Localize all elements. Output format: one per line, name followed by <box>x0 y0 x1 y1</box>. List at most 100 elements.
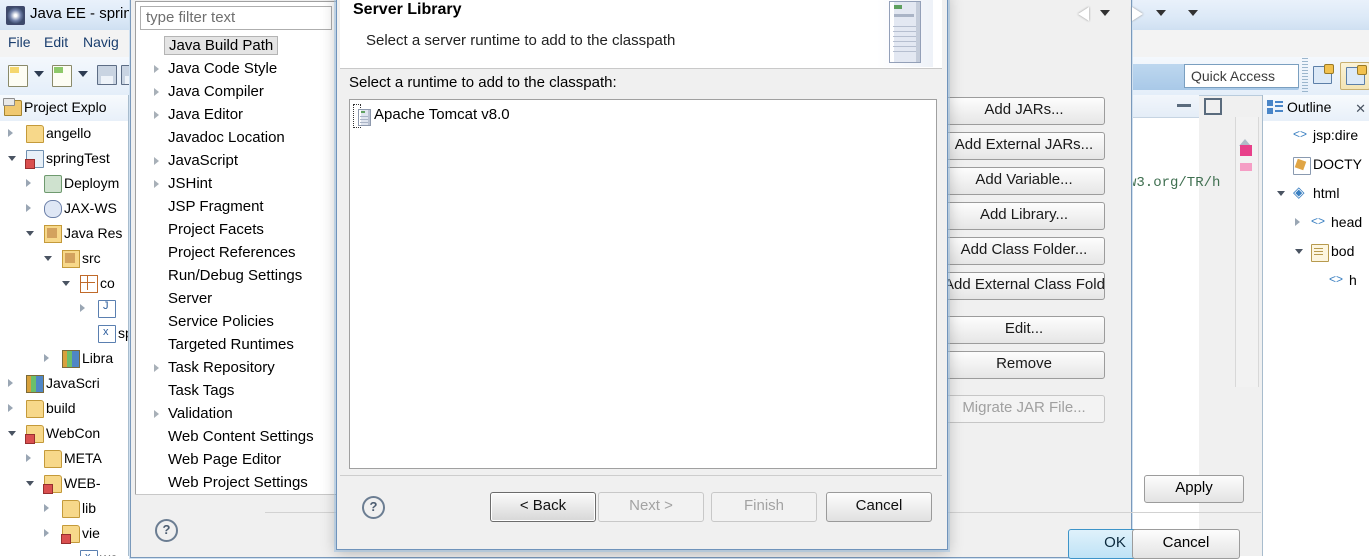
project-tree[interactable]: angello springTest Deploym JAX-WS Java Res sr… <box>0 121 128 556</box>
list-item[interactable]: Apache Tomcat v8.0 <box>353 104 510 128</box>
tree-item[interactable]: JAX-WS <box>0 196 128 221</box>
error-marker[interactable] <box>1240 145 1252 156</box>
warning-marker[interactable] <box>1240 163 1252 171</box>
tree-item[interactable]: lib <box>0 496 128 521</box>
tree-item[interactable]: JavaScri <box>0 371 128 396</box>
new-java-project-button[interactable] <box>52 65 74 87</box>
tree-item[interactable]: src <box>0 246 128 271</box>
open-perspective-button[interactable] <box>1308 62 1336 88</box>
sidebar-item-project-facets[interactable]: Project Facets <box>136 219 336 242</box>
chevron-right-icon[interactable] <box>26 179 31 187</box>
outline-item[interactable]: DOCTY <box>1263 150 1369 179</box>
chevron-right-icon[interactable] <box>154 65 159 73</box>
chevron-right-icon[interactable] <box>8 379 13 387</box>
chevron-down-icon[interactable] <box>8 431 16 436</box>
outline-tab[interactable]: Outline ✕ <box>1263 95 1369 121</box>
outline-item[interactable]: jsp:dire <box>1263 121 1369 150</box>
outline-item[interactable]: html <box>1263 179 1369 208</box>
chevron-down-icon[interactable] <box>44 256 52 261</box>
sidebar-item-javadoc-location[interactable]: Javadoc Location <box>136 127 336 150</box>
add-library-button[interactable]: Add Library... <box>943 202 1105 230</box>
sidebar-item-server[interactable]: Server <box>136 288 336 311</box>
outline-item[interactable]: bod <box>1263 237 1369 266</box>
add-class-folder-button[interactable]: Add Class Folder... <box>943 237 1105 265</box>
chevron-right-icon[interactable] <box>154 180 159 188</box>
close-icon[interactable]: ✕ <box>1355 101 1366 117</box>
perspective-java-ee-button[interactable] <box>1340 62 1369 90</box>
add-variable-button[interactable]: Add Variable... <box>943 167 1105 195</box>
chevron-right-icon[interactable] <box>154 111 159 119</box>
sidebar-item-java-compiler[interactable]: Java Compiler <box>136 81 336 104</box>
remove-button[interactable]: Remove <box>943 351 1105 379</box>
chevron-down-icon[interactable] <box>1188 10 1198 16</box>
chevron-right-icon[interactable] <box>154 410 159 418</box>
tree-item[interactable]: META <box>0 446 128 471</box>
outline-item[interactable]: h <box>1263 266 1369 295</box>
chevron-down-icon[interactable] <box>1295 249 1303 254</box>
help-icon[interactable]: ? <box>155 519 178 542</box>
add-external-jars-button[interactable]: Add External JARs... <box>943 132 1105 160</box>
tree-item[interactable]: we <box>0 546 128 556</box>
menu-file[interactable]: File <box>8 34 31 50</box>
sidebar-item-web-content-settings[interactable]: Web Content Settings <box>136 426 336 449</box>
chevron-right-icon[interactable] <box>8 404 13 412</box>
quick-access-input[interactable]: Quick Access <box>1184 64 1299 88</box>
tree-item[interactable]: build <box>0 396 128 421</box>
edit-button[interactable]: Edit... <box>943 316 1105 344</box>
outline-tree[interactable]: jsp:dire DOCTY html head bod h <box>1263 121 1369 556</box>
chevron-down-icon[interactable] <box>62 281 70 286</box>
editor-overview-ruler[interactable] <box>1235 117 1259 387</box>
help-icon[interactable]: ? <box>362 496 385 519</box>
add-external-class-folder-button[interactable]: Add External Class Folder... <box>943 272 1105 300</box>
back-button[interactable]: < Back <box>490 492 596 522</box>
sidebar-item-java-editor[interactable]: Java Editor <box>136 104 336 127</box>
editor-maximize-icon[interactable] <box>1204 98 1222 115</box>
chevron-right-icon[interactable] <box>154 157 159 165</box>
sidebar-item-java-build-path[interactable]: Java Build Path <box>136 35 336 58</box>
chevron-down-icon[interactable] <box>26 481 34 486</box>
project-explorer-tab[interactable]: Project Explo <box>0 95 128 121</box>
menu-edit[interactable]: Edit <box>44 34 68 50</box>
menu-navigate[interactable]: Navig <box>83 34 119 50</box>
sidebar-item-task-repository[interactable]: Task Repository <box>136 357 336 380</box>
save-button[interactable] <box>97 65 119 87</box>
chevron-right-icon[interactable] <box>1295 218 1300 226</box>
tree-item[interactable]: angello <box>0 121 128 146</box>
tree-item[interactable] <box>0 296 128 321</box>
sidebar-item-web-project-settings[interactable]: Web Project Settings <box>136 472 336 494</box>
editor-minimize-icon[interactable] <box>1177 104 1191 107</box>
tree-item[interactable]: spi <box>0 321 128 346</box>
chevron-right-icon[interactable] <box>26 204 31 212</box>
sidebar-item-service-policies[interactable]: Service Policies <box>136 311 336 334</box>
properties-cancel-button[interactable]: Cancel <box>1132 529 1240 559</box>
sidebar-item-project-references[interactable]: Project References <box>136 242 336 265</box>
sidebar-item-validation[interactable]: Validation <box>136 403 336 426</box>
sidebar-item-web-page-editor[interactable]: Web Page Editor <box>136 449 336 472</box>
forward-arrow-icon[interactable] <box>1132 7 1143 21</box>
apply-button[interactable]: Apply <box>1144 475 1244 503</box>
tree-item[interactable]: springTest <box>0 146 128 171</box>
add-jars-button[interactable]: Add JARs... <box>943 97 1105 125</box>
chevron-right-icon[interactable] <box>154 88 159 96</box>
sidebar-item-javascript[interactable]: JavaScript <box>136 150 336 173</box>
tree-item[interactable]: WebCon <box>0 421 128 446</box>
sidebar-item-task-tags[interactable]: Task Tags <box>136 380 336 403</box>
chevron-down-icon[interactable] <box>26 231 34 236</box>
new-java-project-dropdown-icon[interactable] <box>78 71 88 77</box>
sidebar-item-run-debug-settings[interactable]: Run/Debug Settings <box>136 265 336 288</box>
chevron-right-icon[interactable] <box>44 504 49 512</box>
new-wizard-button[interactable] <box>8 65 30 87</box>
chevron-right-icon[interactable] <box>44 354 49 362</box>
tree-item[interactable]: co <box>0 271 128 296</box>
new-wizard-dropdown-icon[interactable] <box>34 71 44 77</box>
chevron-right-icon[interactable] <box>80 304 85 312</box>
filter-input[interactable]: type filter text <box>140 6 332 30</box>
cancel-button[interactable]: Cancel <box>826 492 932 522</box>
chevron-right-icon[interactable] <box>8 129 13 137</box>
chevron-down-icon[interactable] <box>8 156 16 161</box>
tree-item[interactable]: Deploym <box>0 171 128 196</box>
sidebar-item-jsp-fragment[interactable]: JSP Fragment <box>136 196 336 219</box>
runtime-list[interactable]: Apache Tomcat v8.0 <box>349 99 937 469</box>
back-history-caret-icon[interactable] <box>1100 10 1110 16</box>
sidebar-item-jshint[interactable]: JSHint <box>136 173 336 196</box>
